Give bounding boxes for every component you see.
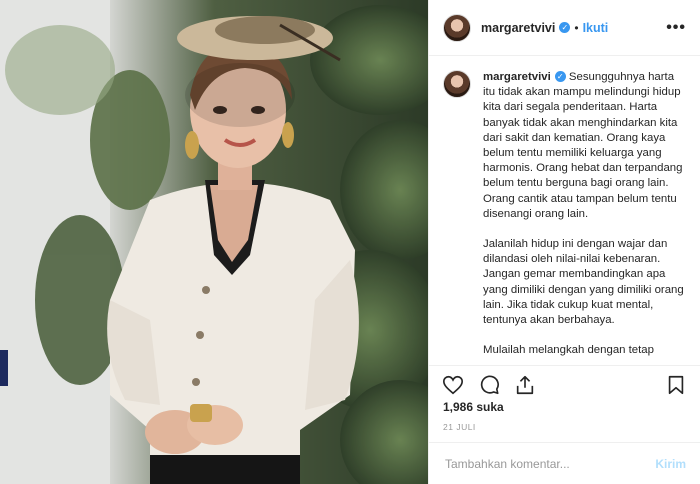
- caption-paragraph-2: Jalanilah hidup ini dengan wajar dan dil…: [483, 238, 684, 327]
- caption-text: margaretvivi ✓ Sesungguhnya harta itu tid…: [483, 70, 686, 362]
- avatar[interactable]: [443, 13, 471, 42]
- post-header: margaretvivi ✓ • Ikuti •••: [429, 0, 700, 56]
- comment-button[interactable]: [477, 373, 501, 397]
- add-comment-bar: Kirim: [429, 442, 700, 484]
- share-icon: [516, 375, 534, 394]
- verified-badge-icon: ✓: [554, 71, 566, 83]
- follow-button[interactable]: Ikuti: [583, 21, 609, 35]
- post-sidebar: margaretvivi ✓ • Ikuti ••• margaretvivi ✓…: [428, 0, 700, 484]
- post-photo[interactable]: [0, 0, 428, 484]
- caption-body-1: Sesungguhnya harta itu tidak akan mampu …: [483, 71, 683, 220]
- caption-paragraph-3: Mulailah melangkah dengan tetap: [483, 344, 654, 357]
- more-options-icon[interactable]: •••: [666, 19, 686, 37]
- heart-icon: [443, 375, 463, 394]
- post-view: margaretvivi ✓ • Ikuti ••• margaretvivi ✓…: [0, 0, 700, 484]
- like-button[interactable]: [441, 373, 465, 397]
- caption-username[interactable]: margaretvivi: [483, 71, 551, 83]
- share-button[interactable]: [513, 373, 537, 397]
- caption-paragraph-1: margaretvivi ✓ Sesungguhnya harta itu tid…: [483, 70, 686, 222]
- save-button[interactable]: [664, 373, 688, 397]
- post-image: [0, 0, 428, 484]
- comment-icon: [480, 375, 499, 394]
- caption: margaretvivi ✓ Sesungguhnya harta itu tid…: [443, 70, 686, 362]
- caption-avatar[interactable]: [443, 70, 471, 98]
- comment-input[interactable]: [443, 455, 647, 472]
- action-bar: [429, 365, 700, 403]
- separator-dot: •: [574, 20, 579, 35]
- header-username[interactable]: margaretvivi: [481, 21, 555, 35]
- verified-badge-icon: ✓: [559, 22, 571, 33]
- comments-area[interactable]: margaretvivi ✓ Sesungguhnya harta itu tid…: [429, 56, 700, 362]
- bookmark-icon: [668, 375, 684, 394]
- like-count[interactable]: 1,986 suka: [443, 400, 504, 414]
- post-comment-button[interactable]: Kirim: [655, 457, 686, 471]
- post-date[interactable]: 21 JULI: [443, 422, 476, 432]
